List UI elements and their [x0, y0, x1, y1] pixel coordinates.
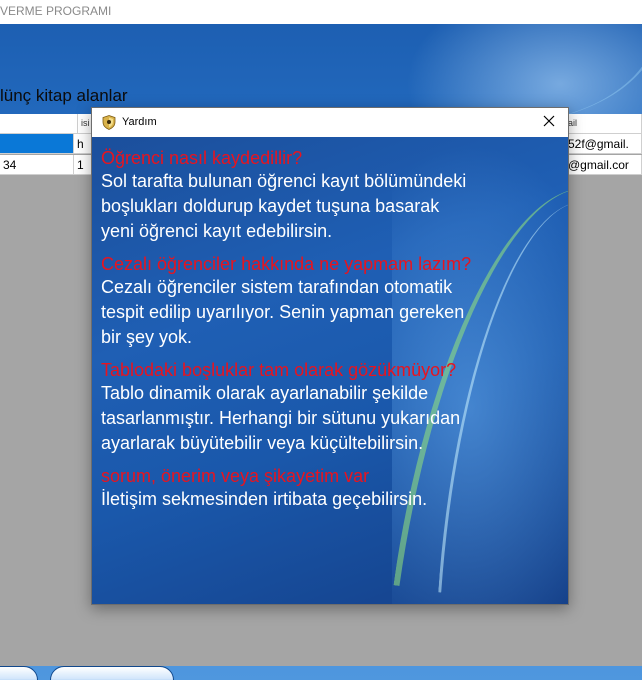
help-answer-line: Sol tarafta bulunan öğrenci kayıt bölümü… [101, 171, 467, 191]
help-answer-line: İletişim sekmesinden irtibata geçebilirs… [101, 489, 428, 509]
main-window-titlebar: VERME PROGRAMI [0, 0, 642, 24]
table-cell[interactable] [0, 134, 74, 153]
main-window-title: VERME PROGRAMI [0, 4, 112, 18]
help-answer-line: Tablo dinamik olarak ayarlanabilir şekil… [101, 383, 429, 403]
help-answer-line: boşlukları doldurup kaydet tuşuna basara… [101, 196, 440, 216]
help-question: sorum, önerim veya şikayetim var [101, 466, 370, 486]
help-dialog-titlebar[interactable]: Yardım [92, 108, 568, 137]
help-dialog-title: Yardım [122, 116, 157, 128]
grid-header-cell[interactable] [0, 114, 78, 133]
bottom-button-left[interactable] [0, 666, 38, 680]
help-dialog: Yardım Öğrenci nasıl kaydedillir? Sol ta… [91, 107, 569, 605]
help-content: Öğrenci nasıl kaydedillir? Sol tarafta b… [101, 147, 561, 521]
help-item: Cezalı öğrenciler hakkında ne yapmam laz… [101, 253, 561, 350]
help-answer-line: bir şey yok. [101, 327, 193, 347]
help-question: Cezalı öğrenciler hakkında ne yapmam laz… [101, 254, 472, 274]
close-button[interactable] [530, 108, 568, 137]
close-icon [543, 114, 555, 132]
help-item: Öğrenci nasıl kaydedillir? Sol tarafta b… [101, 147, 561, 244]
help-item: Tablodaki boşluklar tam olarak gözükmüyo… [101, 359, 561, 456]
help-question: Tablodaki boşluklar tam olarak gözükmüyo… [101, 360, 457, 380]
help-answer-line: yeni öğrenci kayıt edebilirsin. [101, 221, 333, 241]
help-answer-line: Cezalı öğrenciler sistem tarafından otom… [101, 277, 453, 297]
help-item: sorum, önerim veya şikayetim var İletişi… [101, 465, 561, 512]
table-cell[interactable]: 34 [0, 155, 74, 174]
table-cell[interactable]: @gmail.cor [565, 155, 642, 174]
bottom-button-middle[interactable] [50, 666, 174, 680]
grid-header-cell[interactable]: nail [560, 114, 642, 133]
help-answer-line: ayarlarak büyütebilir veya küçültebilirs… [101, 433, 424, 453]
table-cell[interactable]: 52f@gmail. [565, 134, 642, 153]
section-label: lünç kitap alanlar [0, 86, 128, 105]
help-answer-line: tespit edilip uyarılıyor. Senin yapman g… [101, 302, 465, 322]
help-question: Öğrenci nasıl kaydedillir? [101, 148, 303, 168]
help-answer-line: tasarlanmıştır. Herhangi bir sütunu yuka… [101, 408, 461, 428]
shield-icon [102, 115, 116, 130]
help-dialog-body: Öğrenci nasıl kaydedillir? Sol tarafta b… [92, 137, 568, 604]
